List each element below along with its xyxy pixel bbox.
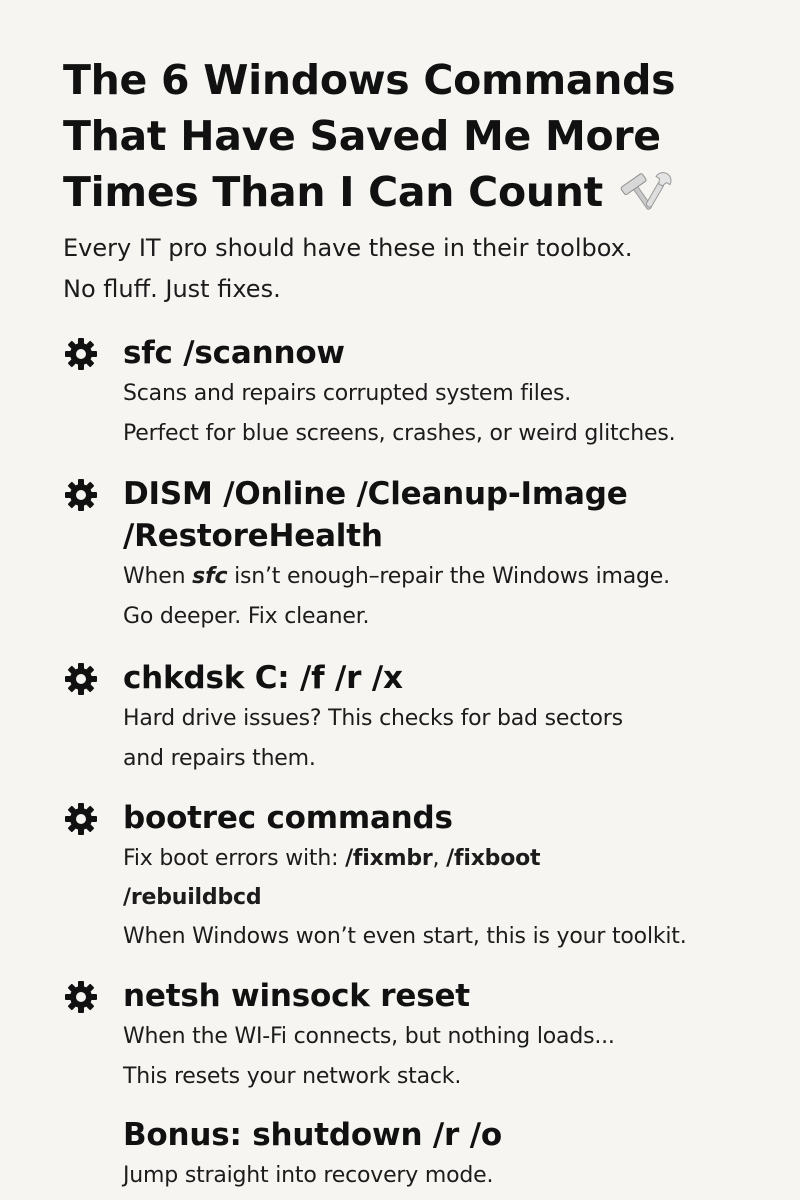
command-description: Fix boot errors with: /fixmbr, /fixboot … — [123, 839, 793, 957]
gear-icon — [65, 338, 97, 370]
subtitle: Every IT pro should have these in their … — [63, 228, 783, 310]
description-line: When the WI-Fi connects, but nothing loa… — [123, 1024, 615, 1049]
command-item-netsh: netsh winsock reset When the WI-Fi conne… — [63, 975, 793, 1097]
subtitle-line-1: Every IT pro should have these in their … — [63, 234, 633, 262]
command-item-bonus: Bonus: shutdown /r /o Jump straight into… — [63, 1114, 793, 1196]
description-line: and repairs them. — [123, 746, 316, 771]
description-line: Scans and repairs corrupted system files… — [123, 381, 572, 406]
description-code: /fixboot — [446, 846, 541, 871]
command-title: bootrec commands — [123, 800, 453, 836]
command-description: When the WI-Fi connects, but nothing loa… — [123, 1017, 793, 1097]
command-description: Scans and repairs corrupted system files… — [123, 374, 793, 454]
command-item-dism: DISM /Online /Cleanup-Image /RestoreHeal… — [63, 473, 793, 637]
description-line: This resets your network stack. — [123, 1064, 462, 1089]
command-description: Jump straight into recovery mode. — [123, 1156, 793, 1196]
description-code: /rebuildbcd — [123, 885, 262, 910]
description-line: Hard drive issues? This checks for bad s… — [123, 706, 623, 731]
command-item-sfc: sfc /scannow Scans and repairs corrupted… — [63, 332, 793, 454]
document-page: The 6 Windows Commands That Have Saved M… — [0, 0, 800, 1200]
title-line-1: The 6 Windows Commands — [63, 56, 676, 104]
bonus-title: Bonus: shutdown /r /o — [123, 1117, 502, 1153]
description-line: When Windows won’t even start, this is y… — [123, 924, 687, 949]
description-code: /fixmbr — [345, 846, 433, 871]
description-emphasis: sfc — [192, 564, 228, 589]
gear-icon — [65, 663, 97, 695]
description-line: Perfect for blue screens, crashes, or we… — [123, 421, 676, 446]
tools-icon — [611, 169, 675, 213]
gear-icon — [65, 803, 97, 835]
description-line: Jump straight into recovery mode. — [123, 1163, 494, 1188]
command-title: chkdsk C: /f /r /x — [123, 660, 403, 696]
command-title-line: DISM /Online /Cleanup-Image — [123, 476, 628, 512]
description-text: Fix boot errors with: — [123, 846, 346, 871]
command-description: When sfc isn’t enough–repair the Windows… — [123, 557, 793, 637]
description-text: isn’t enough–repair the Windows image. — [227, 564, 670, 589]
title-line-3: Times Than I Can Count — [63, 164, 783, 220]
command-title: DISM /Online /Cleanup-Image /RestoreHeal… — [123, 473, 793, 557]
command-title: netsh winsock reset — [123, 978, 470, 1014]
title-line-3-text: Times Than I Can Count — [63, 168, 603, 216]
title-line-2: That Have Saved Me More — [63, 112, 661, 160]
description-text: When — [123, 564, 193, 589]
description-line: Go deeper. Fix cleaner. — [123, 604, 370, 629]
subtitle-line-2: No fluff. Just fixes. — [63, 275, 281, 303]
command-title-line: /RestoreHealth — [123, 518, 383, 554]
gear-icon — [65, 479, 97, 511]
gear-icon — [65, 981, 97, 1013]
command-title: sfc /scannow — [123, 335, 345, 371]
command-description: Hard drive issues? This checks for bad s… — [123, 699, 793, 779]
page-title: The 6 Windows Commands That Have Saved M… — [63, 52, 783, 220]
description-text: , — [432, 846, 447, 871]
description-line: Fix boot errors with: /fixmbr, /fixboot — [123, 839, 793, 879]
command-item-chkdsk: chkdsk C: /f /r /x Hard drive issues? Th… — [63, 657, 793, 779]
description-line: When sfc isn’t enough–repair the Windows… — [123, 557, 793, 597]
command-item-bootrec: bootrec commands Fix boot errors with: /… — [63, 797, 793, 957]
